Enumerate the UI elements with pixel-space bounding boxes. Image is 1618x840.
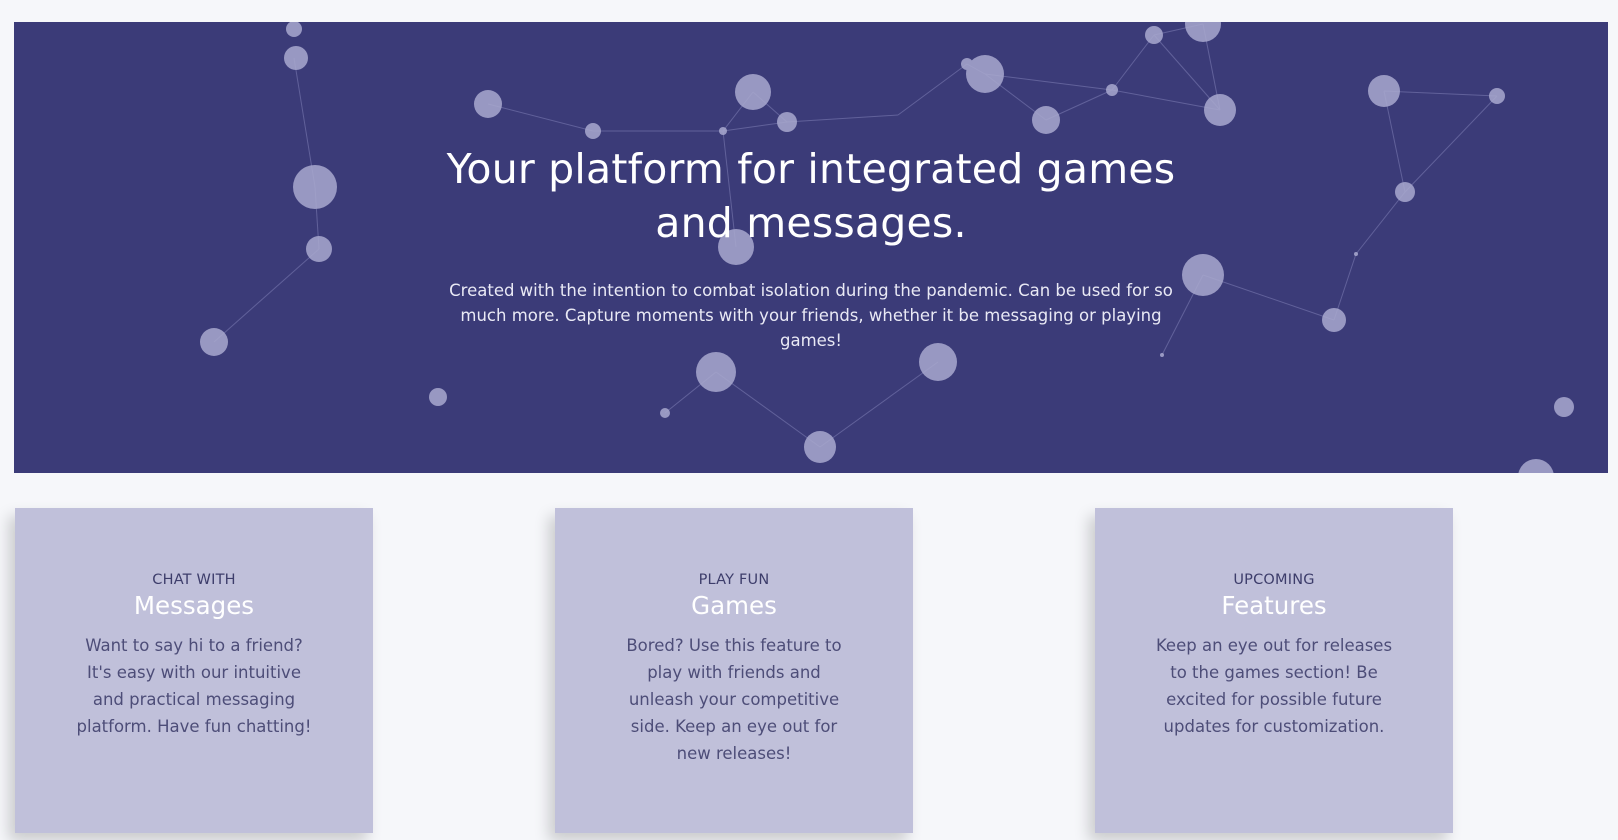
hero-content: Your platform for integrated games and m… — [14, 142, 1608, 353]
card-description: Bored? Use this feature to play with fri… — [626, 636, 842, 763]
feature-card-features: UPCOMING Features Keep an eye out for re… — [1095, 508, 1453, 833]
card-kicker: UPCOMING — [1233, 572, 1315, 588]
card-description: Want to say hi to a friend? It's easy wi… — [76, 636, 312, 736]
card-title: Games — [691, 591, 777, 620]
card-description: Keep an eye out for releases to the game… — [1155, 636, 1393, 736]
card-title: Features — [1221, 591, 1327, 620]
card-kicker: CHAT WITH — [152, 572, 236, 588]
card-title: Messages — [133, 591, 255, 620]
card-kicker: PLAY FUN — [698, 572, 770, 588]
hero-title: Your platform for integrated games and m… — [446, 145, 1176, 247]
feature-card-messages: CHAT WITH Messages Want to say hi to a f… — [15, 508, 373, 833]
hero-description: Created with the intention to combat iso… — [449, 281, 1173, 350]
landing-page: Your platform for integrated games and m… — [0, 0, 1618, 840]
feature-card-games: PLAY FUN Games Bored? Use this feature t… — [555, 508, 913, 833]
hero-banner: Your platform for integrated games and m… — [14, 22, 1608, 473]
